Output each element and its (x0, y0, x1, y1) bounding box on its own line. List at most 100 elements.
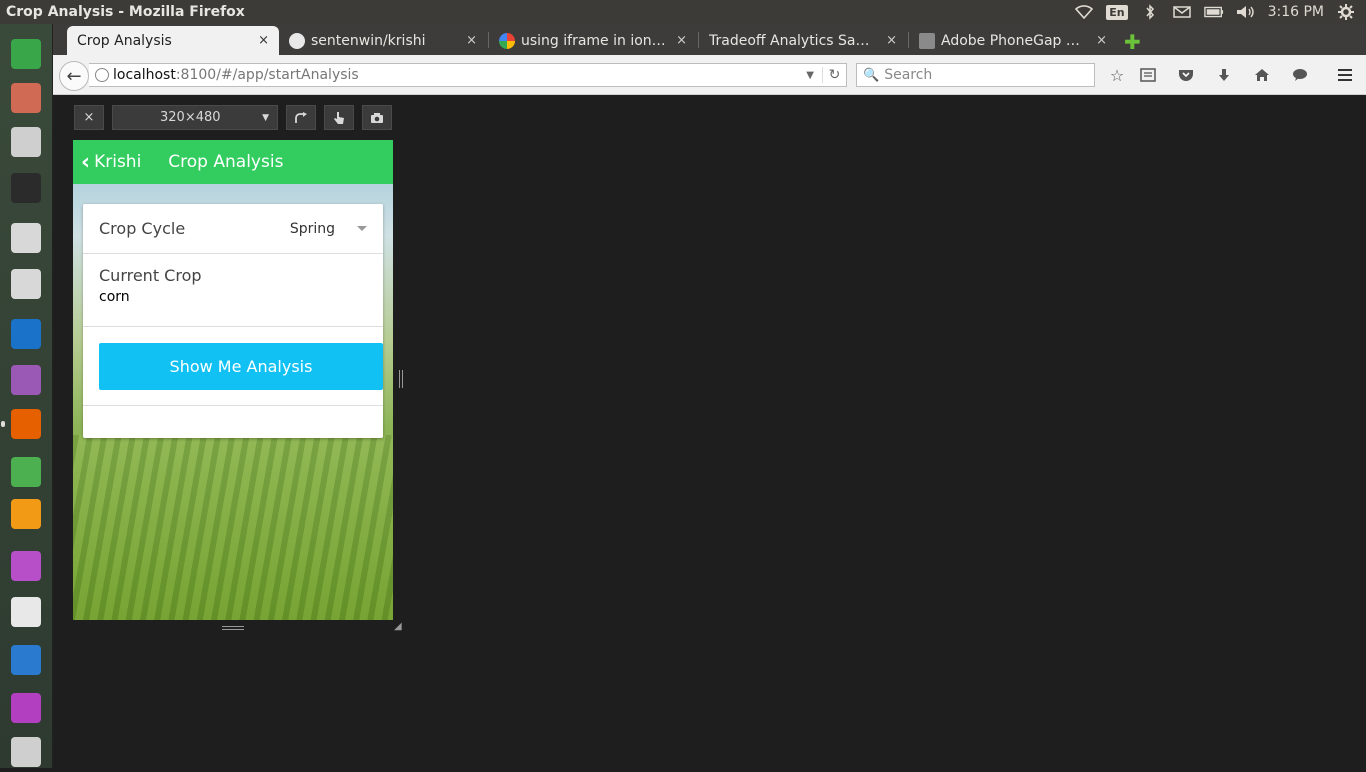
search-placeholder: Search (884, 67, 933, 83)
launcher-item-libreoffice-writer[interactable] (6, 640, 46, 680)
current-crop-input[interactable] (99, 289, 359, 305)
screenshot-camera-icon[interactable] (362, 105, 392, 130)
launcher-item-chrome[interactable] (6, 452, 46, 492)
gear-icon[interactable] (1336, 4, 1356, 20)
crop-cycle-label: Crop Cycle (99, 219, 186, 238)
wheat-field-background (73, 435, 393, 620)
tab-tradeoff-analytics[interactable]: Tradeoff Analytics Sam... × (699, 26, 907, 55)
close-icon[interactable]: × (466, 33, 477, 48)
device-viewport: ‹ Krishi Crop Analysis Crop Cycle Spring… (73, 140, 393, 620)
launcher-item-video-player[interactable] (6, 360, 46, 400)
touch-simulation-icon[interactable] (324, 105, 354, 130)
window-title: Crop Analysis - Mozilla Firefox (6, 4, 245, 20)
tab-sentenwin-krishi[interactable]: sentenwin/krishi × (279, 26, 487, 55)
mail-icon[interactable] (1172, 4, 1192, 20)
tab-label: Tradeoff Analytics Sam... (709, 32, 879, 49)
tab-adobe-phonegap[interactable]: Adobe PhoneGap B... × (909, 26, 1117, 55)
unity-launcher (0, 24, 53, 768)
ubuntu-home-icon (11, 39, 41, 69)
launcher-item-workspace-switcher[interactable] (6, 688, 46, 728)
volume-icon[interactable] (1236, 4, 1256, 20)
launcher-item-system-settings[interactable] (6, 122, 46, 162)
viewport-size-select[interactable]: 320×480 ▼ (112, 105, 278, 130)
launcher-item-trash[interactable] (6, 732, 46, 772)
back-arrow-icon: ← (66, 65, 82, 87)
close-icon[interactable]: × (1096, 33, 1107, 48)
video-player-icon (11, 365, 41, 395)
reading-list-icon[interactable] (1137, 65, 1159, 85)
show-analysis-button[interactable]: Show Me Analysis (99, 343, 383, 390)
crop-cycle-value: Spring (289, 220, 335, 237)
back-button[interactable]: ← (59, 61, 89, 91)
back-button-label: Krishi (94, 152, 142, 172)
sublime-text-icon (11, 499, 41, 529)
current-crop-label: Current Crop (99, 266, 202, 285)
launcher-item-firefox[interactable] (1, 404, 46, 444)
page-title: Crop Analysis (168, 152, 284, 172)
home-icon[interactable] (1251, 65, 1273, 85)
system-settings-icon (11, 127, 41, 157)
launcher-item-file-manager[interactable] (6, 78, 46, 118)
wifi-icon[interactable] (1074, 4, 1094, 20)
close-icon[interactable]: × (886, 33, 897, 48)
file-manager-icon (11, 83, 41, 113)
empty-list-item (83, 406, 383, 438)
globe-icon (95, 68, 109, 82)
url-history-dropdown-icon[interactable]: ▼ (806, 70, 822, 81)
launcher-item-remote-desktop[interactable] (6, 546, 46, 586)
system-top-panel: Crop Analysis - Mozilla Firefox En 3:16 … (0, 0, 1366, 24)
launcher-item-sublime-text[interactable] (6, 494, 46, 534)
search-input[interactable]: 🔍 Search (856, 63, 1095, 87)
back-button[interactable]: ‹ Krishi (73, 150, 141, 175)
current-crop-item: Current Crop (83, 254, 383, 327)
hello-chat-icon[interactable] (1289, 65, 1311, 85)
reload-icon[interactable]: ↻ (822, 67, 846, 83)
viewport-height-resize-handle[interactable] (222, 626, 244, 630)
launcher-item-terminal[interactable] (6, 168, 46, 208)
analysis-form-card: Crop Cycle Spring Current Crop Show Me A… (83, 204, 383, 438)
launcher-item-disk-drive[interactable] (6, 264, 46, 304)
launcher-item-teamviewer[interactable] (6, 314, 46, 354)
viewport-size-value: 320×480 (160, 110, 221, 125)
tab-crop-analysis[interactable]: Crop Analysis × (67, 26, 279, 55)
google-icon (499, 32, 515, 49)
teamviewer-icon (11, 319, 41, 349)
close-icon[interactable]: × (676, 33, 687, 48)
search-icon: 🔍 (863, 67, 880, 83)
url-bar[interactable]: localhost:8100/#/app/startAnalysis ▼ ↻ (89, 63, 847, 87)
launcher-item-text-editor[interactable] (6, 592, 46, 632)
battery-icon[interactable] (1203, 4, 1224, 20)
rdm-close-button[interactable]: × (74, 105, 104, 130)
browser-tab-strip: Crop Analysis × sentenwin/krishi × using… (53, 24, 1366, 55)
running-indicator (1, 421, 5, 427)
system-tray: En 3:16 PM (1074, 4, 1366, 20)
viewport-corner-resize-handle[interactable]: ◢ (394, 621, 402, 632)
bookmark-star-icon[interactable]: ☆ (1106, 65, 1128, 85)
rotate-icon[interactable] (286, 105, 316, 130)
close-icon[interactable]: × (258, 33, 269, 48)
menu-hamburger-icon[interactable] (1334, 65, 1356, 85)
firefox-icon (11, 409, 41, 439)
chrome-icon (11, 457, 41, 487)
terminal-icon (11, 173, 41, 203)
crop-cycle-select[interactable]: Crop Cycle Spring (83, 204, 383, 254)
phonegap-icon (919, 32, 935, 49)
url-path: :8100/#/app/startAnalysis (175, 67, 359, 83)
bluetooth-icon[interactable] (1140, 4, 1160, 20)
remote-desktop-icon (11, 551, 41, 581)
url-host: localhost (113, 67, 176, 83)
launcher-item-disk-drive[interactable] (6, 218, 46, 258)
downloads-icon[interactable] (1213, 65, 1235, 85)
disk-drive-icon (11, 223, 41, 253)
tab-iframe-ionic[interactable]: using iframe in ionic ... × (489, 26, 697, 55)
viewport-width-resize-handle[interactable] (399, 370, 403, 388)
browser-navigation-bar: ← localhost:8100/#/app/startAnalysis ▼ ↻… (53, 55, 1366, 95)
analysis-button-item: Show Me Analysis (83, 327, 383, 406)
workspace-switcher-icon (11, 693, 41, 723)
launcher-item-ubuntu-home[interactable] (6, 34, 46, 74)
pocket-icon[interactable] (1175, 65, 1197, 85)
new-tab-plus-icon[interactable]: ✚ (1124, 30, 1141, 54)
libreoffice-writer-icon (11, 645, 41, 675)
clock[interactable]: 3:16 PM (1268, 4, 1324, 20)
keyboard-layout-indicator[interactable]: En (1106, 4, 1128, 20)
